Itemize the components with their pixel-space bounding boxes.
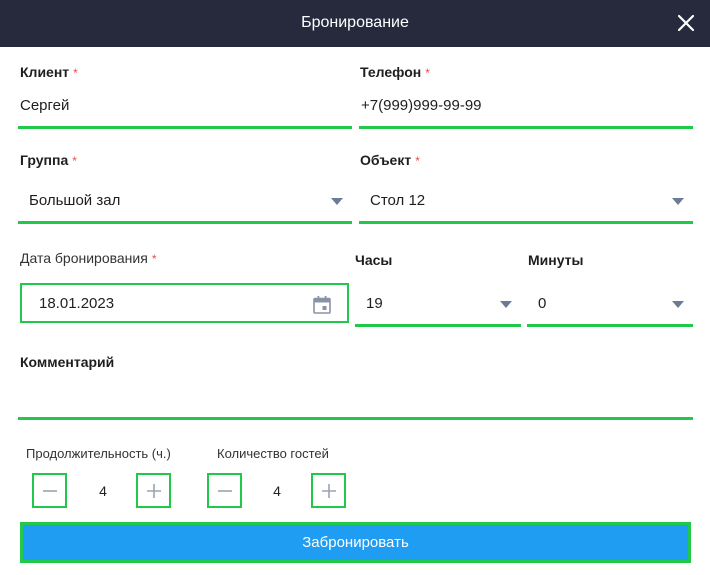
- duration-value: 4: [99, 483, 107, 499]
- required-mark: *: [73, 66, 78, 80]
- plus-icon: [146, 483, 161, 498]
- client-label: Клиент *: [20, 64, 78, 80]
- group-label-text: Группа: [20, 152, 69, 168]
- comment-label: Комментарий: [20, 354, 115, 370]
- guests-label: Количество гостей: [217, 446, 329, 461]
- chevron-down-icon: [331, 197, 343, 205]
- duration-increment-button[interactable]: [136, 473, 171, 508]
- minus-icon: [42, 489, 57, 492]
- comment-input[interactable]: [18, 376, 693, 420]
- duration-label: Продолжительность (ч.): [26, 446, 171, 461]
- group-label: Группа *: [20, 152, 77, 168]
- hours-select[interactable]: 19: [355, 283, 521, 327]
- client-input[interactable]: Сергей: [18, 85, 352, 129]
- object-select[interactable]: Стол 12: [359, 180, 693, 224]
- phone-label: Телефон *: [360, 64, 430, 80]
- object-label-text: Объект: [360, 152, 412, 168]
- required-mark: *: [72, 154, 77, 168]
- minutes-select[interactable]: 0: [527, 283, 693, 327]
- object-value: Стол 12: [370, 192, 426, 209]
- phone-input[interactable]: +7(999)999-99-99: [359, 85, 693, 129]
- guests-increment-button[interactable]: [311, 473, 346, 508]
- client-label-text: Клиент: [20, 64, 70, 80]
- object-label: Объект *: [360, 152, 420, 168]
- required-mark: *: [425, 66, 430, 80]
- phone-label-text: Телефон: [360, 64, 422, 80]
- date-label-text: Дата бронирования: [20, 250, 148, 266]
- chevron-down-icon: [500, 300, 512, 308]
- dialog-title: Бронирование: [301, 14, 409, 31]
- book-button-label: Забронировать: [302, 534, 409, 551]
- minutes-value: 0: [538, 295, 547, 312]
- chevron-down-icon: [672, 300, 684, 308]
- date-label: Дата бронирования *: [20, 250, 156, 266]
- book-button[interactable]: Забронировать: [20, 522, 691, 563]
- group-value: Большой зал: [29, 192, 121, 209]
- dialog-header: Бронирование: [0, 0, 710, 47]
- calendar-icon[interactable]: [312, 295, 332, 315]
- plus-icon: [321, 483, 336, 498]
- date-value: 18.01.2023: [39, 294, 115, 312]
- date-input[interactable]: 18.01.2023: [20, 283, 349, 323]
- close-icon[interactable]: [674, 11, 698, 35]
- hours-label: Часы: [355, 252, 393, 268]
- guests-value: 4: [273, 483, 281, 499]
- guests-decrement-button[interactable]: [207, 473, 242, 508]
- minutes-label: Минуты: [528, 252, 584, 268]
- required-mark: *: [415, 154, 420, 168]
- phone-value: +7(999)999-99-99: [361, 97, 482, 114]
- minus-icon: [217, 489, 232, 492]
- group-select[interactable]: Большой зал: [18, 180, 352, 224]
- chevron-down-icon: [672, 197, 684, 205]
- hours-value: 19: [366, 295, 383, 312]
- duration-decrement-button[interactable]: [32, 473, 67, 508]
- required-mark: *: [151, 252, 157, 266]
- client-value: Сергей: [20, 97, 70, 114]
